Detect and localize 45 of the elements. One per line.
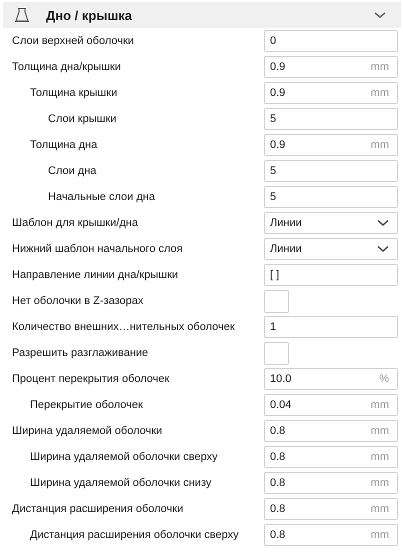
dropdown[interactable]: Линии — [264, 212, 398, 234]
dropdown[interactable]: Линии — [264, 238, 398, 260]
input-field[interactable]: 1 — [264, 316, 398, 338]
setting-label: Количество внешних…нительных оболочек — [11, 321, 236, 333]
input-field[interactable]: 0.9 mm — [264, 134, 398, 156]
setting-label: Начальные слои дна — [47, 191, 156, 203]
setting-label: Слои крышки — [47, 113, 118, 125]
setting-label: Разрешить разглаживание — [11, 347, 150, 359]
setting-label: Толщина крышки — [29, 87, 118, 99]
input-field[interactable]: 0.9 mm — [264, 82, 398, 104]
input-field[interactable]: 0.9 mm — [264, 56, 398, 78]
chevron-icon[interactable] — [373, 10, 387, 20]
setting-label: Ширина удаляемой оболочки сверху — [29, 451, 219, 463]
setting-label: Нижний шаблон начального слоя — [11, 243, 184, 255]
setting-label: Нет оболочки в Z-зазорах — [11, 295, 144, 307]
input-field[interactable]: 0 — [264, 30, 398, 52]
input-field[interactable]: 5 — [264, 186, 398, 208]
input-field[interactable]: 0.8 mm — [264, 472, 398, 494]
input-field[interactable]: 0.8 mm — [264, 446, 398, 468]
setting-label: Перекрытие оболочек — [29, 399, 144, 411]
chevron-icon — [377, 245, 389, 253]
input-field[interactable]: 0.8 mm — [264, 420, 398, 442]
input-field[interactable]: 0.8 mm — [264, 524, 398, 546]
setting-label: Дистанция расширения оболочки сверху — [29, 529, 240, 541]
input-field[interactable]: 5 — [264, 160, 398, 182]
setting-label: Толщина дна — [29, 139, 98, 151]
chevron-icon — [377, 219, 389, 227]
setting-label: Слои верхней оболочки — [11, 35, 135, 47]
input-field[interactable]: 5 — [264, 108, 398, 130]
setting-label: Направление линии дна/крышки — [11, 269, 180, 281]
section-title: Дно / крышка — [46, 8, 134, 22]
setting-label: Процент перекрытия оболочек — [11, 373, 170, 385]
setting-label: Толщина дна/крышки — [11, 61, 122, 73]
checkbox[interactable] — [264, 290, 289, 312]
setting-label: Слои дна — [47, 165, 98, 177]
input-field[interactable]: 0.04 mm — [264, 394, 398, 416]
input-field[interactable]: [ ] — [264, 264, 398, 286]
section-header[interactable]: Дно / крышка — [3, 2, 401, 28]
input-field[interactable]: 0.8 mm — [264, 498, 398, 520]
input-field[interactable]: 10.0 % — [264, 368, 398, 390]
setting-label: Дистанция расширения оболочки — [11, 503, 184, 515]
setting-label: Шаблон для крышки/дна — [11, 217, 139, 229]
checkbox[interactable] — [264, 342, 289, 364]
setting-label: Ширина удаляемой оболочки снизу — [29, 477, 212, 489]
setting-label: Ширина удаляемой оболочки — [11, 425, 164, 437]
